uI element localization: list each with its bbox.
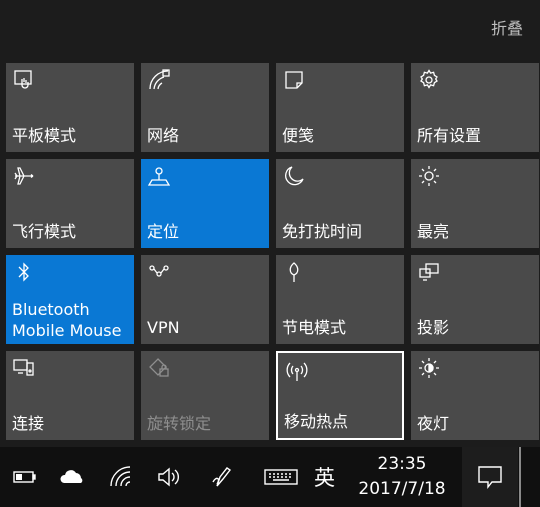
hotspot-icon bbox=[286, 361, 308, 383]
location-icon bbox=[148, 165, 170, 187]
tile-label-line2: Mobile Mouse bbox=[12, 321, 122, 340]
moon-icon bbox=[283, 165, 305, 187]
tile-all-settings[interactable]: 所有设置 bbox=[411, 63, 539, 152]
airplane-icon bbox=[13, 165, 35, 187]
tile-label: 平板模式 bbox=[12, 126, 77, 145]
tile-label: 夜灯 bbox=[417, 414, 450, 433]
project-icon bbox=[418, 261, 440, 283]
tile-label: 移动热点 bbox=[284, 412, 349, 431]
tile-tablet-mode[interactable]: 平板模式 bbox=[6, 63, 134, 152]
note-icon bbox=[283, 69, 305, 91]
tile-rotation-lock[interactable]: 旋转锁定 bbox=[141, 351, 269, 440]
tile-brightness[interactable]: 最亮 bbox=[411, 159, 539, 248]
show-desktop-edge[interactable] bbox=[519, 447, 521, 507]
connect-icon bbox=[13, 357, 35, 379]
brightness-icon bbox=[418, 165, 440, 187]
ime-language-indicator[interactable]: 英 bbox=[314, 462, 335, 492]
tile-airplane-mode[interactable]: 飞行模式 bbox=[6, 159, 134, 248]
vpn-icon bbox=[148, 261, 170, 283]
collapse-link[interactable]: 折叠 bbox=[491, 15, 523, 39]
tile-network[interactable]: 网络 bbox=[141, 63, 269, 152]
tile-label: 飞行模式 bbox=[12, 222, 77, 241]
taskbar: 英 23:35 2017/7/18 bbox=[0, 447, 540, 507]
battery-saver-icon bbox=[283, 261, 305, 283]
quick-actions-grid: 平板模式 网络 便笺 所有设置 飞行模式 定位 免打扰时间 最亮 Bluetoo… bbox=[6, 63, 539, 440]
tile-label: VPN bbox=[147, 318, 180, 337]
clock-date: 2017/7/18 bbox=[358, 479, 446, 499]
tile-label: 网络 bbox=[147, 126, 180, 145]
network-icon bbox=[148, 69, 170, 91]
wifi-icon[interactable] bbox=[108, 464, 134, 490]
clock[interactable]: 23:35 2017/7/18 bbox=[350, 452, 454, 502]
tile-label: 便笺 bbox=[282, 126, 315, 145]
tile-connect[interactable]: 连接 bbox=[6, 351, 134, 440]
tile-label: 最亮 bbox=[417, 222, 450, 241]
tile-label-line1: Bluetooth bbox=[12, 300, 90, 319]
bluetooth-icon bbox=[13, 261, 35, 283]
tile-night-light[interactable]: 夜灯 bbox=[411, 351, 539, 440]
tile-label: 投影 bbox=[417, 318, 450, 337]
volume-icon[interactable] bbox=[156, 464, 182, 490]
tile-label: 免打扰时间 bbox=[282, 222, 363, 241]
rotation-lock-icon bbox=[148, 357, 170, 379]
tile-label: 连接 bbox=[12, 414, 45, 433]
tile-vpn[interactable]: VPN bbox=[141, 255, 269, 344]
tile-label: 定位 bbox=[147, 222, 180, 241]
tile-quiet-hours[interactable]: 免打扰时间 bbox=[276, 159, 404, 248]
settings-gear-icon bbox=[418, 69, 440, 91]
keyboard-icon[interactable] bbox=[264, 464, 298, 490]
pen-icon[interactable] bbox=[209, 464, 235, 490]
tile-mobile-hotspot[interactable]: 移动热点 bbox=[276, 351, 404, 440]
action-center-icon bbox=[478, 466, 502, 489]
tile-label: 节电模式 bbox=[282, 318, 347, 337]
tablet-mode-icon bbox=[13, 69, 35, 91]
action-center-button[interactable] bbox=[462, 447, 518, 507]
tile-bluetooth[interactable]: Bluetooth Mobile Mouse bbox=[6, 255, 134, 344]
tile-label: 所有设置 bbox=[417, 126, 482, 145]
tile-label: Bluetooth Mobile Mouse bbox=[12, 299, 121, 341]
night-light-icon bbox=[418, 357, 440, 379]
tile-location[interactable]: 定位 bbox=[141, 159, 269, 248]
tile-project[interactable]: 投影 bbox=[411, 255, 539, 344]
clock-time: 23:35 bbox=[377, 454, 427, 474]
tile-label: 旋转锁定 bbox=[147, 414, 212, 433]
tile-battery-saver[interactable]: 节电模式 bbox=[276, 255, 404, 344]
onedrive-cloud-icon[interactable] bbox=[59, 464, 85, 490]
battery-icon[interactable] bbox=[12, 464, 38, 490]
tile-note[interactable]: 便笺 bbox=[276, 63, 404, 152]
